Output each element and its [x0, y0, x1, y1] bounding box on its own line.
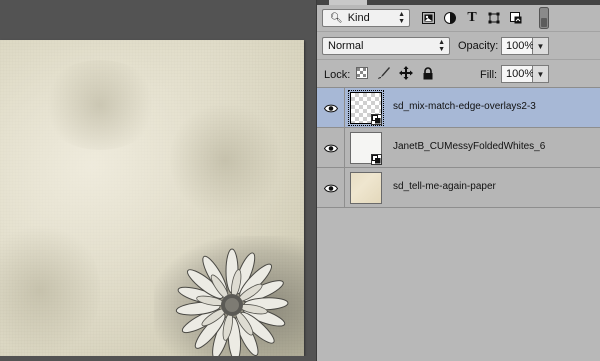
pixel-layer-filter-icon[interactable] — [421, 11, 435, 25]
visibility-toggle[interactable] — [317, 168, 345, 208]
lock-position-icon[interactable] — [399, 66, 413, 80]
shape-layer-filter-icon[interactable] — [487, 11, 501, 25]
lock-label: Lock: — [324, 69, 351, 81]
blend-mode-row: Normal ▲ ▼ Opacity: 100% ▼ — [317, 33, 600, 60]
blend-mode-dropdown[interactable]: Normal ▲ ▼ — [322, 37, 450, 55]
fill-label: Fill: — [480, 69, 498, 81]
layer-name[interactable]: JanetB_CUMessyFoldedWhites_6 — [393, 141, 545, 152]
paper-stain — [0, 220, 100, 356]
smart-object-filter-icon[interactable] — [509, 11, 523, 25]
eye-icon — [323, 104, 338, 112]
paper-stain — [170, 100, 280, 220]
chevron-updown-icon: ▲ ▼ — [398, 11, 405, 25]
chevron-updown-icon: ▲ ▼ — [438, 39, 445, 53]
layer-row[interactable]: sd_mix-match-edge-overlays2-3 — [317, 88, 600, 128]
blend-mode-value: Normal — [328, 40, 364, 52]
opacity-label: Opacity: — [458, 40, 499, 52]
layer-thumbnail[interactable] — [350, 172, 382, 204]
search-icon: 🔍︎ — [330, 12, 343, 24]
type-layer-filter-icon[interactable]: T — [465, 10, 479, 25]
canvas-area[interactable] — [0, 0, 316, 361]
lock-transparent-pixels-icon[interactable] — [355, 66, 369, 80]
filter-kind-dropdown[interactable]: 🔍︎ Kind ▲ ▼ — [322, 9, 410, 27]
layers-list: sd_mix-match-edge-overlays2-3 JanetB_CUM… — [317, 88, 600, 208]
paper-stain — [40, 60, 160, 150]
fill-slider-button[interactable]: ▼ — [533, 65, 549, 83]
layer-row[interactable]: sd_tell-me-again-paper — [317, 168, 600, 208]
chevron-down-icon: ▼ — [536, 41, 545, 51]
layers-panel: 🔍︎ Kind ▲ ▼ T Normal ▲ ▼ Opacity: 100% ▼… — [316, 0, 600, 361]
layer-name[interactable]: sd_mix-match-edge-overlays2-3 — [393, 101, 536, 112]
layer-row[interactable]: JanetB_CUMessyFoldedWhites_6 — [317, 128, 600, 168]
photoshop-workspace: 🔍︎ Kind ▲ ▼ T Normal ▲ ▼ Opacity: 100% ▼… — [0, 0, 600, 361]
opacity-input[interactable]: 100% — [501, 37, 534, 55]
layer-filter-row: 🔍︎ Kind ▲ ▼ T — [317, 5, 600, 32]
layer-name[interactable]: sd_tell-me-again-paper — [393, 181, 496, 192]
eye-icon — [323, 144, 338, 152]
lock-image-pixels-icon[interactable] — [377, 66, 391, 80]
filter-kind-label: Kind — [347, 12, 370, 24]
adjustment-layer-filter-icon[interactable] — [443, 11, 457, 25]
fill-input[interactable]: 100% — [501, 65, 534, 83]
canvas-pasteboard — [0, 356, 316, 361]
smart-object-icon — [371, 114, 382, 125]
visibility-toggle[interactable] — [317, 128, 345, 168]
filter-toggle-icon[interactable] — [539, 7, 549, 29]
lock-all-icon[interactable] — [421, 66, 435, 80]
document-canvas[interactable] — [0, 40, 304, 356]
visibility-toggle[interactable] — [317, 88, 345, 128]
layers-list-empty-area — [317, 211, 600, 361]
chevron-down-icon: ▼ — [536, 69, 545, 79]
eye-icon — [323, 184, 338, 192]
smart-object-icon — [371, 154, 382, 165]
opacity-slider-button[interactable]: ▼ — [533, 37, 549, 55]
flower-artwork — [175, 248, 289, 356]
